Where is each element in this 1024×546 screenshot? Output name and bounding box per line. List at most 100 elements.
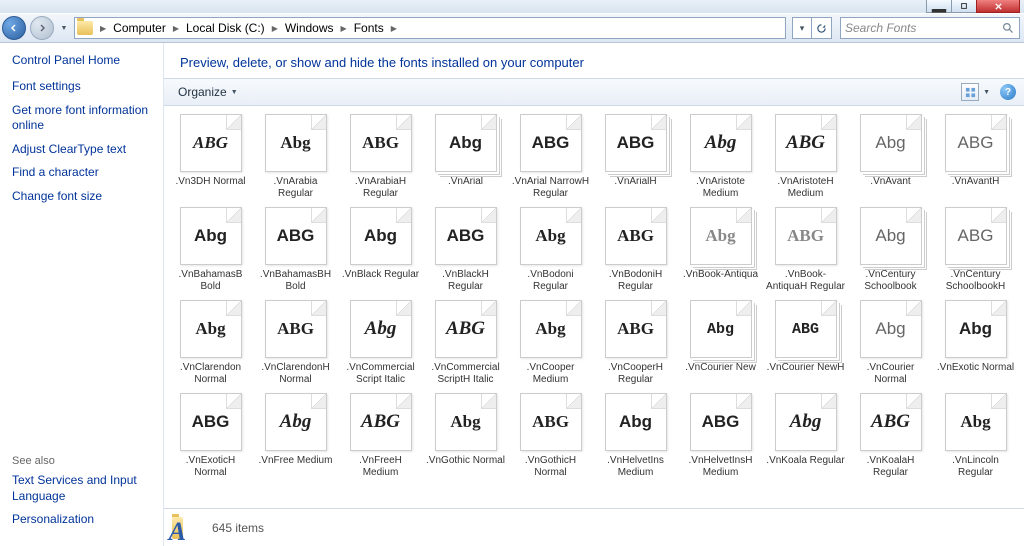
font-preview-icon: ABG — [945, 114, 1007, 172]
font-name-label: .VnArabiaH Regular — [339, 176, 422, 199]
font-item[interactable]: ABG.VnBook-AntiquaH Regular — [763, 205, 848, 298]
page-title: Preview, delete, or show and hide the fo… — [164, 43, 1024, 78]
font-item[interactable]: ABG.VnClarendonH Normal — [253, 298, 338, 391]
font-preview-icon: Abg — [350, 207, 412, 265]
font-preview-icon: ABG — [180, 114, 242, 172]
font-name-label: .VnFreeH Medium — [339, 455, 422, 478]
address-bar[interactable]: ▶ Computer ▶ Local Disk (C:) ▶ Windows ▶… — [74, 17, 786, 39]
font-item[interactable]: ABG.VnArabiaH Regular — [338, 112, 423, 205]
chevron-icon: ▶ — [170, 24, 182, 33]
font-name-label: .VnBodoniH Regular — [594, 269, 677, 292]
font-item[interactable]: ABG.VnArialH — [593, 112, 678, 205]
sidebar-change-size[interactable]: Change font size — [12, 189, 151, 205]
crumb-windows[interactable]: Windows — [281, 18, 338, 38]
minimize-button[interactable] — [926, 0, 952, 13]
sidebar-find-character[interactable]: Find a character — [12, 165, 151, 181]
font-item[interactable]: ABG.VnKoalaH Regular — [848, 391, 933, 484]
font-item[interactable]: ABG.VnAristoteH Medium — [763, 112, 848, 205]
font-name-label: .VnArial NarrowH Regular — [509, 176, 592, 199]
sidebar-cleartype[interactable]: Adjust ClearType text — [12, 142, 151, 158]
crumb-disk[interactable]: Local Disk (C:) — [182, 18, 269, 38]
font-item[interactable]: Abg.VnAristote Medium — [678, 112, 763, 205]
font-name-label: .VnKoalaH Regular — [849, 455, 932, 478]
font-item[interactable]: ABG.Vn3DH Normal — [168, 112, 253, 205]
chevron-icon: ▶ — [388, 24, 400, 33]
close-button[interactable] — [976, 0, 1020, 13]
font-name-label: .VnAristoteH Medium — [764, 176, 847, 199]
font-name-label: .VnClarendon Normal — [169, 362, 252, 385]
refresh-button[interactable] — [812, 17, 832, 39]
search-icon — [1002, 22, 1015, 35]
crumb-fonts[interactable]: Fonts — [350, 18, 388, 38]
font-item[interactable]: ABG.VnCommercial ScriptH Italic — [423, 298, 508, 391]
font-preview-icon: ABG — [265, 207, 327, 265]
font-preview-icon: ABG — [945, 207, 1007, 265]
font-name-label: .VnClarendonH Normal — [254, 362, 337, 385]
font-preview-icon: ABG — [775, 207, 837, 265]
font-item[interactable]: Abg.VnCommercial Script Italic — [338, 298, 423, 391]
font-item[interactable]: ABG .VnBahamasBH Bold — [253, 205, 338, 298]
font-item[interactable]: ABG .VnAvantH — [933, 112, 1018, 205]
font-item[interactable]: Abg.VnBlack Regular — [338, 205, 423, 298]
font-item[interactable]: ABG.VnBodoniH Regular — [593, 205, 678, 298]
fonts-folder-icon: A — [172, 512, 204, 544]
font-item[interactable]: Abg .VnLincoln Regular — [933, 391, 1018, 484]
font-item[interactable]: Abg.VnArial — [423, 112, 508, 205]
font-item[interactable]: Abg.VnExotic Normal — [933, 298, 1018, 391]
font-item[interactable]: ABG.VnCooperH Regular — [593, 298, 678, 391]
font-item[interactable]: Abg.VnCourier Normal — [848, 298, 933, 391]
font-item[interactable]: ABG.VnArial NarrowH Regular — [508, 112, 593, 205]
font-item[interactable]: Abg.VnBahamasB Bold — [168, 205, 253, 298]
view-options-button[interactable] — [961, 83, 979, 101]
font-name-label: .VnArialH — [594, 176, 677, 188]
help-button[interactable]: ? — [1000, 84, 1016, 100]
font-item[interactable]: Abg.VnBook-Antiqua — [678, 205, 763, 298]
font-name-label: .VnAristote Medium — [679, 176, 762, 199]
back-button[interactable] — [2, 16, 26, 40]
folder-icon — [77, 21, 93, 35]
font-item[interactable]: ABG.VnExoticH Normal — [168, 391, 253, 484]
font-grid: ABG.Vn3DH NormalAbg.VnArabia RegularABG.… — [164, 106, 1024, 508]
font-item[interactable]: ABG.VnCentury SchoolbookH — [933, 205, 1018, 298]
font-item[interactable]: ABG.VnGothicH Normal — [508, 391, 593, 484]
font-item[interactable]: Abg.VnKoala Regular — [763, 391, 848, 484]
font-name-label: .VnBahamasBH Bold — [254, 269, 337, 292]
font-preview-icon: Abg — [265, 393, 327, 451]
font-item[interactable]: Abg .VnClarendon Normal — [168, 298, 253, 391]
font-preview-icon: Abg — [945, 393, 1007, 451]
see-also-heading: See also — [12, 455, 151, 467]
title-bar — [0, 0, 1024, 13]
font-preview-icon: Abg — [435, 114, 497, 172]
font-item[interactable]: Abg.VnHelvetIns Medium — [593, 391, 678, 484]
crumb-computer[interactable]: Computer — [109, 18, 170, 38]
font-item[interactable]: ABG.VnHelvetInsH Medium — [678, 391, 763, 484]
see-also-text-services[interactable]: Text Services and Input Language — [12, 473, 151, 504]
font-item[interactable]: Abg.VnFree Medium — [253, 391, 338, 484]
font-name-label: .VnAvantH — [934, 176, 1017, 188]
sidebar-heading[interactable]: Control Panel Home — [12, 53, 151, 67]
history-dropdown[interactable]: ▼ — [58, 18, 70, 38]
chevron-down-icon[interactable]: ▼ — [983, 89, 990, 96]
font-preview-icon: Abg — [945, 300, 1007, 358]
font-item[interactable]: Abg.VnBodoni Regular — [508, 205, 593, 298]
font-item[interactable]: ABG.VnBlackH Regular — [423, 205, 508, 298]
font-item[interactable]: Abg.VnArabia Regular — [253, 112, 338, 205]
forward-button[interactable] — [30, 16, 54, 40]
sidebar-font-settings[interactable]: Font settings — [12, 79, 151, 95]
see-also-personalization[interactable]: Personalization — [12, 512, 151, 528]
font-item[interactable]: Abg.VnCentury Schoolbook — [848, 205, 933, 298]
font-item[interactable]: Abg.VnCourier New — [678, 298, 763, 391]
font-item[interactable]: Abg.VnCooper Medium — [508, 298, 593, 391]
address-dropdown[interactable]: ▾ — [792, 17, 812, 39]
search-input[interactable]: Search Fonts — [840, 17, 1020, 39]
font-item[interactable]: Abg.VnAvant — [848, 112, 933, 205]
font-item[interactable]: ABG.VnCourier NewH — [763, 298, 848, 391]
font-item[interactable]: Abg.VnGothic Normal — [423, 391, 508, 484]
font-name-label: .VnLincoln Regular — [934, 455, 1017, 478]
sidebar-more-info[interactable]: Get more font information online — [12, 103, 151, 134]
font-item[interactable]: ABG.VnFreeH Medium — [338, 391, 423, 484]
maximize-button[interactable] — [951, 0, 977, 13]
font-name-label: .VnCommercial ScriptH Italic — [424, 362, 507, 385]
font-preview-icon: Abg — [180, 300, 242, 358]
organize-menu[interactable]: Organize▼ — [172, 83, 244, 101]
